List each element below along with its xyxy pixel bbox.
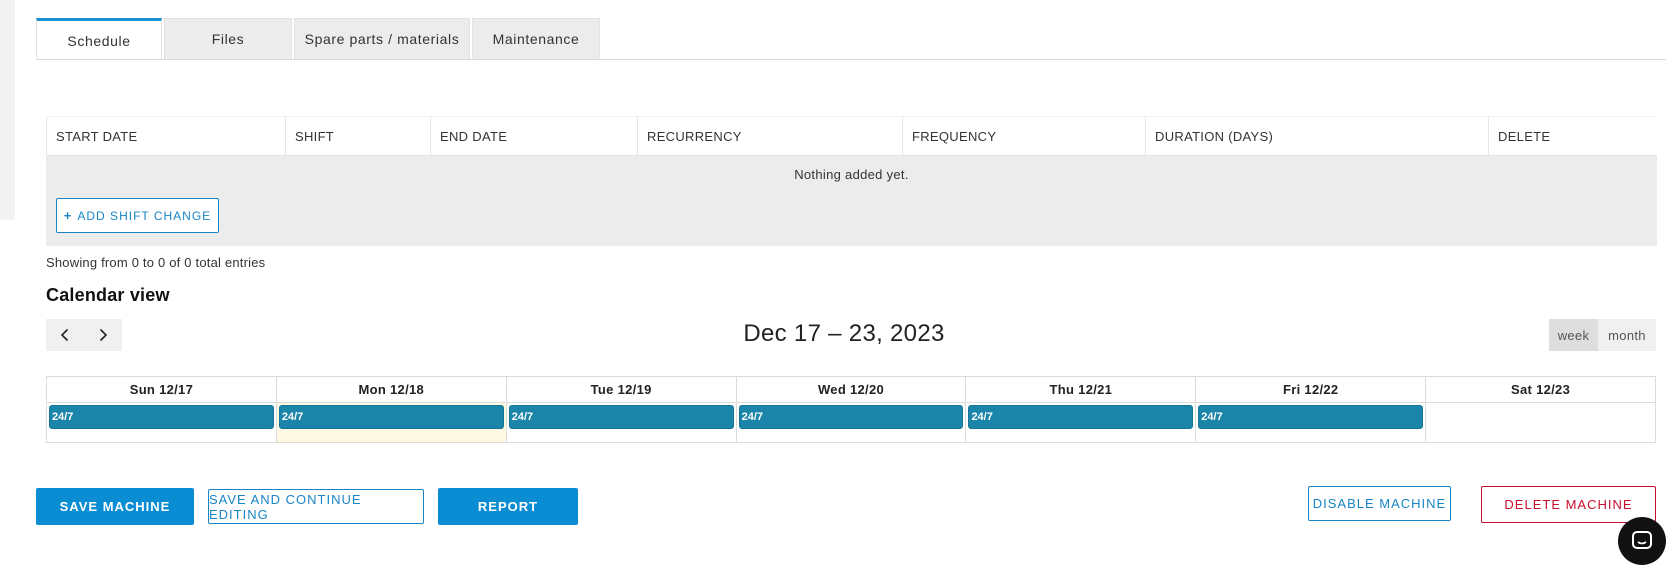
- column-header-start-date[interactable]: START DATE: [46, 117, 285, 155]
- tab-schedule[interactable]: Schedule: [36, 18, 162, 60]
- calendar-title: Calendar view: [46, 285, 170, 305]
- add-row: + ADD SHIFT CHANGE: [46, 192, 1657, 246]
- tab-spare-parts[interactable]: Spare parts / materials: [294, 18, 470, 59]
- day-header[interactable]: Sun 12/17: [47, 377, 276, 402]
- empty-table-message: Nothing added yet.: [46, 156, 1657, 192]
- day-cell[interactable]: [1425, 403, 1655, 442]
- column-header-end-date[interactable]: END DATE: [430, 117, 637, 155]
- calendar-event[interactable]: 24/7: [1198, 405, 1424, 429]
- table-header: START DATE SHIFT END DATE RECURRENCY FRE…: [46, 116, 1657, 156]
- report-button[interactable]: REPORT: [438, 488, 578, 525]
- column-header-shift[interactable]: SHIFT: [285, 117, 430, 155]
- calendar-event[interactable]: 24/7: [49, 405, 274, 429]
- day-cell[interactable]: 24/7: [965, 403, 1195, 442]
- day-header[interactable]: Fri 12/22: [1195, 377, 1425, 402]
- save-machine-button[interactable]: SAVE MACHINE: [36, 488, 194, 525]
- chat-icon: [1632, 531, 1652, 549]
- day-cell-today[interactable]: 24/7: [275, 403, 506, 442]
- calendar-event[interactable]: 24/7: [738, 405, 964, 429]
- day-cell[interactable]: 24/7: [47, 403, 276, 442]
- day-cell[interactable]: 24/7: [735, 403, 966, 442]
- column-header-frequency[interactable]: FREQUENCY: [902, 117, 1145, 155]
- shift-change-table: START DATE SHIFT END DATE RECURRENCY FRE…: [46, 116, 1657, 246]
- calendar-body-row: 24/7 24/7 24/7 24/7 24/7 24/7: [47, 403, 1655, 442]
- tab-maintenance[interactable]: Maintenance: [472, 18, 600, 59]
- calendar-event[interactable]: 24/7: [968, 405, 1194, 429]
- month-view-button[interactable]: month: [1598, 319, 1656, 351]
- save-continue-button[interactable]: SAVE AND CONTINUE EDITING: [208, 489, 424, 524]
- day-cell[interactable]: 24/7: [505, 403, 736, 442]
- chat-launcher-button[interactable]: [1618, 517, 1666, 565]
- week-view-button[interactable]: week: [1549, 319, 1598, 351]
- calendar-event[interactable]: 24/7: [508, 405, 734, 429]
- day-header[interactable]: Tue 12/19: [505, 377, 736, 402]
- day-header[interactable]: Mon 12/18: [275, 377, 506, 402]
- day-header[interactable]: Sat 12/23: [1425, 377, 1655, 402]
- tab-bar: Schedule Files Spare parts / materials M…: [36, 18, 600, 60]
- column-header-recurrency[interactable]: RECURRENCY: [637, 117, 902, 155]
- calendar-header-row: Sun 12/17 Mon 12/18 Tue 12/19 Wed 12/20 …: [47, 377, 1655, 403]
- calendar-view-toggle: week month: [1549, 319, 1656, 351]
- calendar-date-range: Dec 17 – 23, 2023: [743, 320, 945, 347]
- delete-machine-button[interactable]: DELETE MACHINE: [1481, 486, 1656, 523]
- calendar-week-grid: Sun 12/17 Mon 12/18 Tue 12/19 Wed 12/20 …: [46, 376, 1656, 443]
- column-header-delete: DELETE: [1488, 117, 1657, 155]
- add-shift-change-button[interactable]: + ADD SHIFT CHANGE: [56, 198, 219, 233]
- disable-machine-button[interactable]: DISABLE MACHINE: [1308, 486, 1451, 521]
- calendar-event[interactable]: 24/7: [278, 405, 504, 429]
- tab-divider: [36, 59, 1666, 60]
- day-header[interactable]: Thu 12/21: [965, 377, 1195, 402]
- day-header[interactable]: Wed 12/20: [735, 377, 966, 402]
- pagination-summary: Showing from 0 to 0 of 0 total entries: [46, 255, 266, 270]
- add-shift-change-label: ADD SHIFT CHANGE: [77, 208, 212, 223]
- plus-icon: +: [63, 208, 73, 223]
- tab-files[interactable]: Files: [164, 18, 292, 59]
- left-rail: [0, 0, 15, 220]
- day-cell[interactable]: 24/7: [1195, 403, 1425, 442]
- column-header-duration[interactable]: DURATION (DAYS): [1145, 117, 1488, 155]
